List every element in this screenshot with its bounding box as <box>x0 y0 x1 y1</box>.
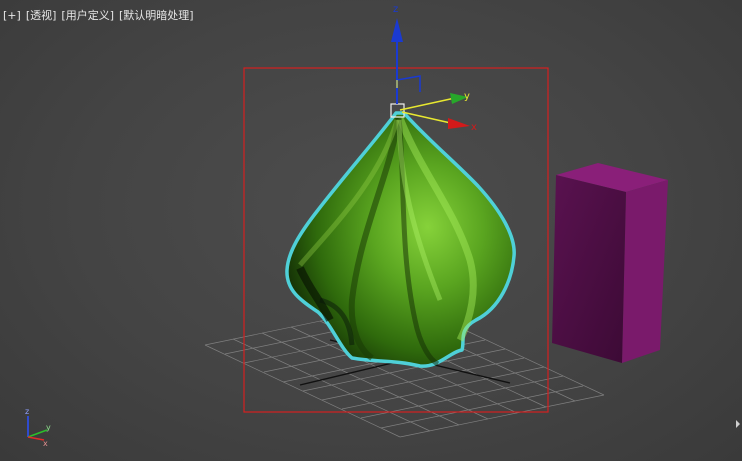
perspective-viewport[interactable]: [+] [透视] [用户定义] [默认明暗处理] z y x z y x <box>0 0 742 461</box>
view-label-perspective[interactable]: [透视] <box>26 9 57 23</box>
viewport-labels: [+] [透视] [用户定义] [默认明暗处理] <box>3 9 194 23</box>
lighting-label-default-shading[interactable]: [默认明暗处理] <box>119 9 194 23</box>
gizmo-x-arrow[interactable] <box>448 118 470 129</box>
cloth-mesh-object[interactable] <box>285 111 516 368</box>
tripod-z-label: z <box>25 407 29 416</box>
gizmo-z-label: z <box>393 4 398 15</box>
view-axis-tripod: z y x <box>25 407 51 448</box>
scene-canvas[interactable]: z y x z y x <box>0 0 742 461</box>
tripod-x-label: x <box>43 439 48 448</box>
tripod-y-label: y <box>46 423 51 432</box>
gizmo-y-label: y <box>464 91 470 102</box>
gizmo-z-arrow[interactable] <box>391 18 403 42</box>
corner-marker-icon <box>736 420 740 428</box>
shading-label-user-defined[interactable]: [用户定义] <box>61 9 114 23</box>
box-object[interactable] <box>552 163 668 363</box>
viewport-menu-button[interactable]: [+] <box>3 9 21 23</box>
gizmo-x-label: x <box>471 122 477 133</box>
